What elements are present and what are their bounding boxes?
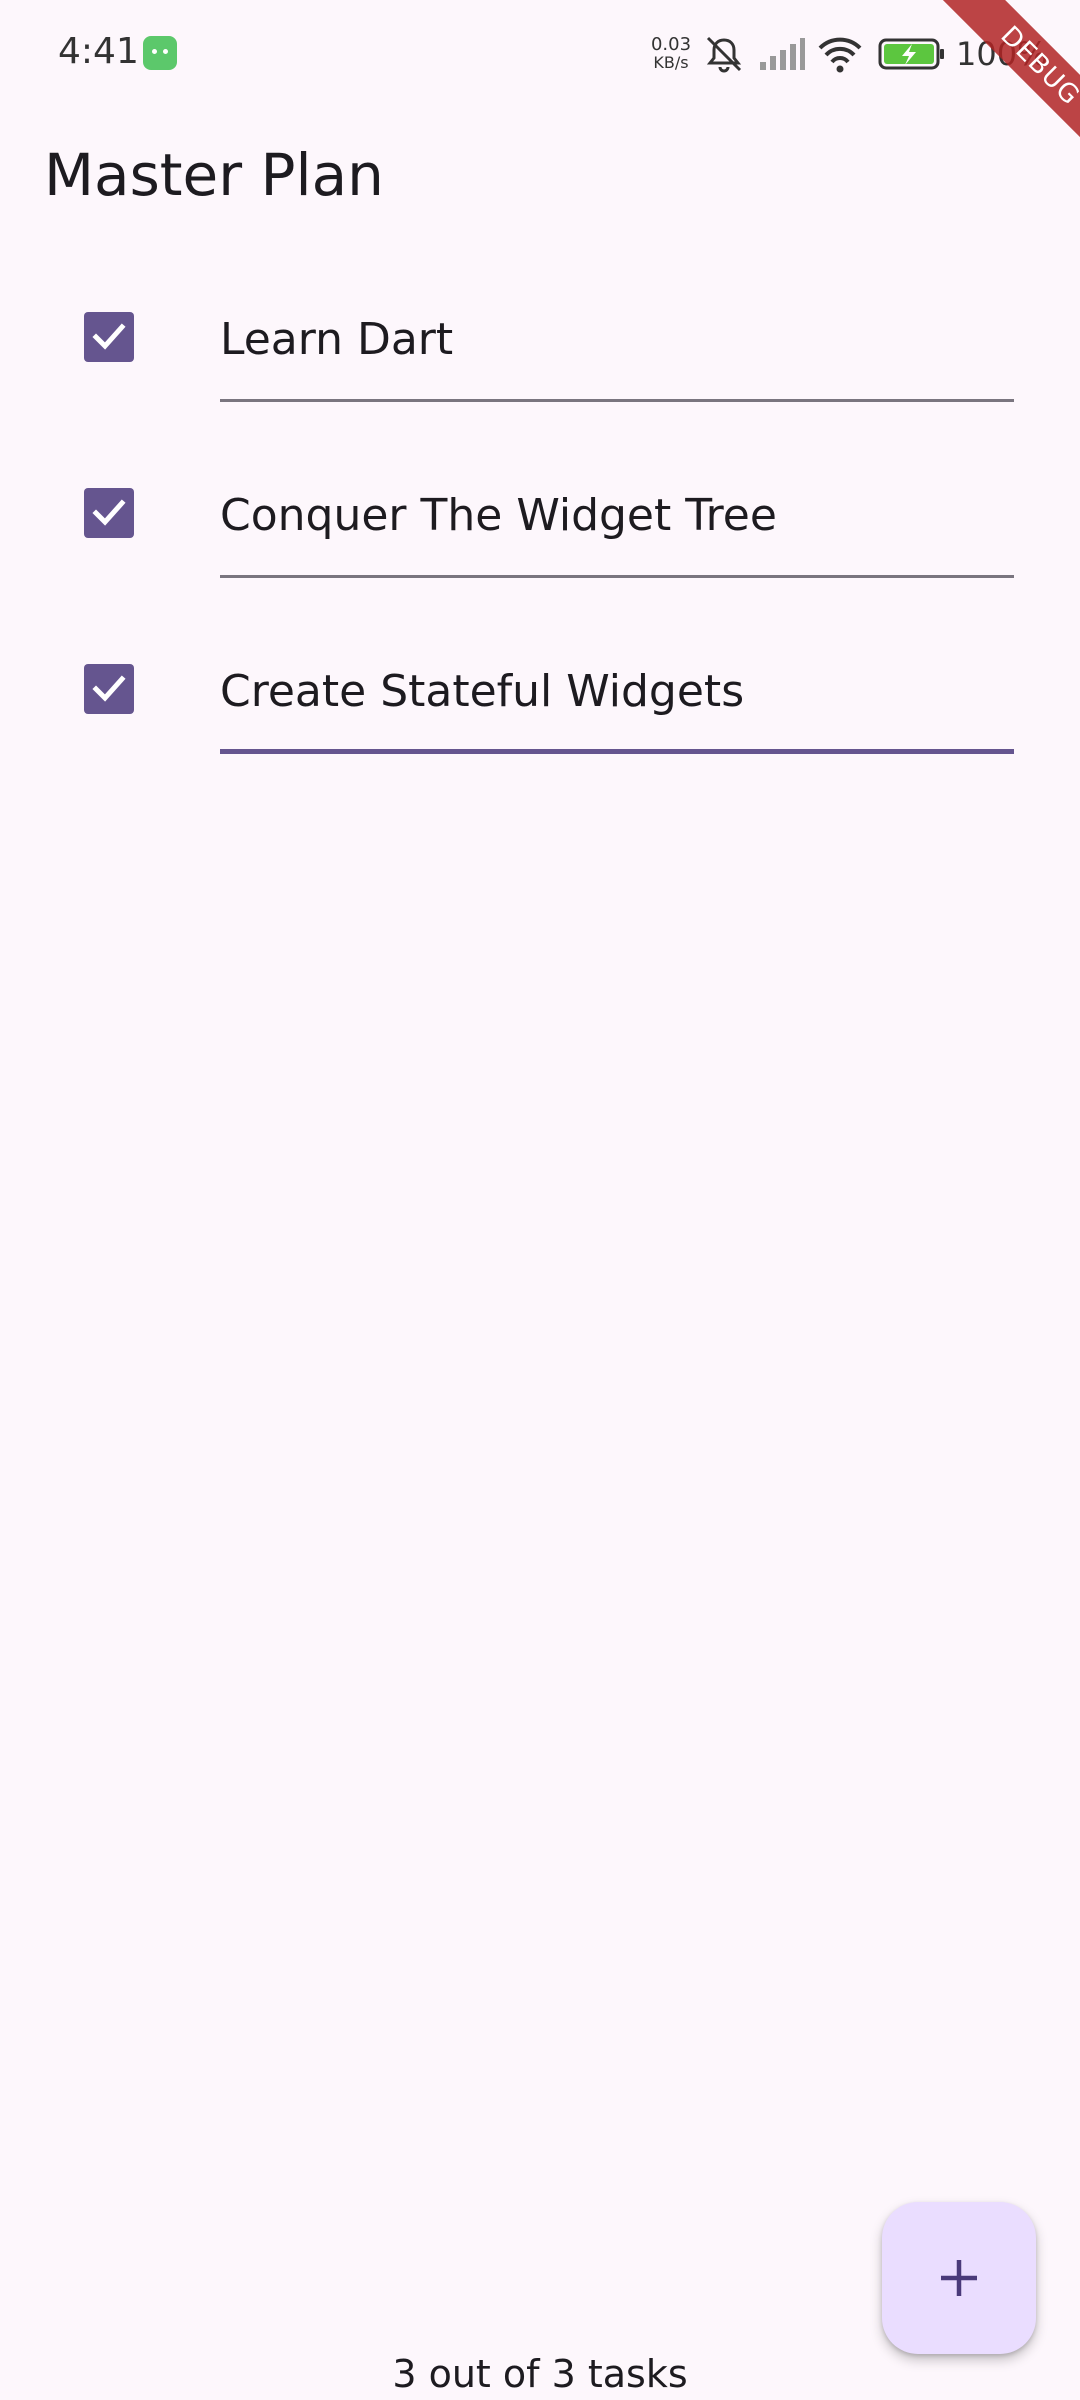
network-speed-unit: KB/s — [653, 53, 689, 72]
wifi-icon — [816, 32, 864, 80]
network-speed: 0.03 KB/s — [650, 34, 692, 72]
plus-icon — [941, 2260, 977, 2296]
app-notification-icon — [143, 36, 177, 70]
task-description-text: Conquer The Widget Tree — [220, 490, 777, 541]
battery-charging-icon — [878, 32, 946, 80]
mute-icon — [702, 32, 746, 80]
network-speed-value: 0.03 — [650, 34, 692, 55]
task-checkbox[interactable] — [84, 664, 134, 714]
add-task-button[interactable] — [882, 2202, 1036, 2354]
task-checkbox[interactable] — [84, 488, 134, 538]
task-description-text: Create Stateful Widgets — [220, 666, 745, 717]
task-completion-summary: 3 out of 3 tasks — [392, 2352, 688, 2396]
task-description-field[interactable]: Conquer The Widget Tree — [220, 456, 1014, 578]
task-checkbox[interactable] — [84, 312, 134, 362]
page-title: Master Plan — [44, 141, 384, 209]
check-icon — [92, 675, 126, 702]
task-description-field[interactable]: Learn Dart — [220, 280, 1014, 402]
check-icon — [92, 323, 126, 350]
check-icon — [92, 499, 126, 526]
task-description-field[interactable]: Create Stateful Widgets — [220, 632, 1014, 754]
signal-icon — [758, 32, 806, 80]
status-time: 4:41 — [58, 31, 139, 72]
status-bar: 4:41 0.03 KB/s — [0, 0, 1080, 110]
task-row: Create Stateful Widgets — [0, 632, 1080, 808]
task-row: Conquer The Widget Tree — [0, 456, 1080, 632]
task-description-text: Learn Dart — [220, 314, 454, 365]
task-list: Learn Dart Conquer The Widget Tree Creat… — [0, 280, 1080, 808]
task-row: Learn Dart — [0, 280, 1080, 456]
